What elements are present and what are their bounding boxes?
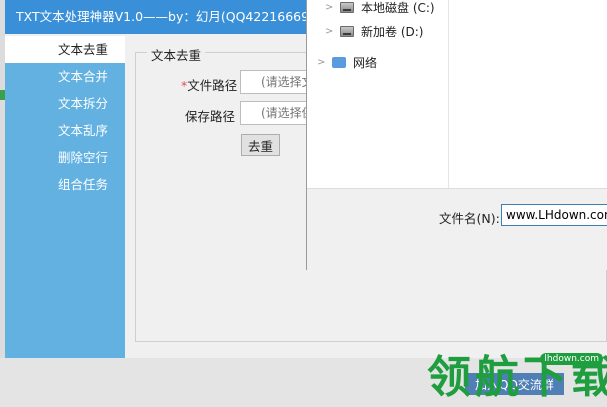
tree-item-label: 新加卷 (D:) [361, 25, 424, 39]
sidebar-item-remove-blank-lines[interactable]: 删除空行 [5, 144, 125, 171]
tree-item-label: 网络 [353, 56, 378, 70]
sidebar-item-split[interactable]: 文本拆分 [5, 90, 125, 117]
chevron-right-icon[interactable]: > [325, 0, 335, 18]
sidebar-item-dedupe[interactable]: 文本去重 [5, 36, 125, 63]
sidebar: 文本去重 文本合并 文本拆分 文本乱序 删除空行 组合任务 [5, 36, 125, 358]
drive-icon [340, 2, 354, 13]
file-dialog: > 本地磁盘 (C:) > 新加卷 (D:) > 网络 文件名(N): [306, 0, 607, 270]
tree-item-network[interactable]: > 网络 [307, 53, 449, 73]
tree-item-drive-d[interactable]: > 新加卷 (D:) [307, 22, 449, 42]
chevron-right-icon[interactable]: > [325, 22, 335, 42]
sidebar-item-combined-tasks[interactable]: 组合任务 [5, 171, 125, 198]
tree-item-label: 本地磁盘 (C:) [361, 1, 435, 15]
filename-label: 文件名(N): [439, 211, 500, 226]
file-path-label: *文件路径 [181, 75, 237, 94]
join-qq-group-button[interactable]: 加入QQ交流群 [465, 373, 564, 395]
footer-bar: 加入QQ交流群 [0, 358, 607, 407]
folder-tree: > 本地磁盘 (C:) > 新加卷 (D:) > 网络 [307, 0, 449, 188]
network-icon [332, 57, 346, 68]
sidebar-item-merge[interactable]: 文本合并 [5, 63, 125, 90]
file-path-label-text: 文件路径 [187, 78, 238, 93]
filename-input[interactable] [501, 204, 607, 226]
chevron-right-icon[interactable]: > [317, 53, 327, 73]
drive-icon [340, 26, 354, 37]
sidebar-item-shuffle[interactable]: 文本乱序 [5, 117, 125, 144]
tree-item-drive-c[interactable]: > 本地磁盘 (C:) [307, 0, 449, 18]
dedupe-button[interactable]: 去重 [241, 134, 281, 156]
save-path-label: 保存路径 [185, 109, 236, 124]
dialog-bottom-bar: 文件名(N): [307, 188, 607, 270]
file-list-pane[interactable] [450, 0, 607, 188]
app-title: TXT文本处理神器V1.0——by：幻月(QQ422166699) [5, 0, 310, 34]
group-title: 文本去重 [147, 45, 206, 64]
